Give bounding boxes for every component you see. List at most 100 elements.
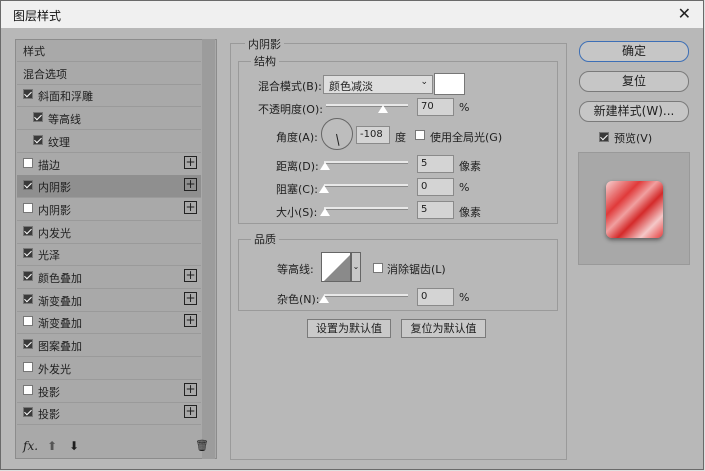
- style-item[interactable]: 样式: [17, 39, 201, 62]
- add-effect-icon[interactable]: +: [184, 382, 197, 396]
- style-item-label: 等高线: [48, 113, 81, 127]
- style-item[interactable]: 混合选项: [17, 62, 201, 85]
- angle-input[interactable]: -108: [356, 126, 390, 144]
- style-item-label: 外发光: [38, 362, 71, 376]
- style-item[interactable]: 描边 +: [17, 153, 201, 176]
- size-input[interactable]: 5: [417, 201, 454, 219]
- style-item[interactable]: 外发光: [17, 357, 201, 380]
- style-item-checkbox[interactable]: [23, 202, 33, 213]
- style-item-checkbox[interactable]: [23, 339, 33, 350]
- contour-preview[interactable]: [321, 252, 351, 282]
- opacity-unit: %: [459, 101, 470, 114]
- noise-input[interactable]: 0: [417, 288, 454, 306]
- size-slider-thumb[interactable]: [320, 208, 330, 216]
- global-light-checkbox[interactable]: [415, 130, 425, 140]
- style-item-checkbox[interactable]: [23, 248, 33, 259]
- style-item-label: 图案叠加: [38, 340, 82, 354]
- add-effect-icon[interactable]: +: [184, 291, 197, 305]
- style-item-checkbox[interactable]: [23, 225, 33, 236]
- styles-list-scrollbar[interactable]: [202, 39, 215, 459]
- style-item[interactable]: 斜面和浮雕: [17, 84, 201, 108]
- move-up-icon[interactable]: ⬆: [47, 439, 57, 453]
- distance-slider-track[interactable]: [324, 161, 408, 164]
- angle-dial[interactable]: [321, 118, 353, 150]
- noise-label: 杂色(N):: [277, 293, 320, 306]
- style-item[interactable]: 内发光: [17, 221, 201, 244]
- size-slider-track[interactable]: [324, 207, 408, 210]
- add-effect-icon[interactable]: +: [184, 314, 197, 328]
- choke-slider-thumb[interactable]: [319, 185, 329, 193]
- noise-slider-track[interactable]: [324, 294, 408, 297]
- antialias-label: 消除锯齿(L): [387, 263, 446, 276]
- close-icon[interactable]: ✕: [678, 4, 691, 23]
- title-bar: 图层样式 ✕: [1, 1, 703, 28]
- noise-unit: %: [459, 291, 470, 304]
- style-item[interactable]: 光泽: [17, 243, 201, 267]
- noise-slider-thumb[interactable]: [319, 295, 329, 303]
- antialias-checkbox[interactable]: [373, 263, 383, 273]
- opacity-slider-thumb[interactable]: [378, 105, 388, 113]
- style-item-label: 内阴影: [38, 181, 71, 195]
- style-item-checkbox[interactable]: [23, 293, 33, 304]
- add-effect-icon[interactable]: +: [184, 155, 197, 169]
- blend-mode-select[interactable]: 颜色减淡 ⌄: [323, 75, 433, 94]
- window-title: 图层样式: [13, 9, 62, 23]
- style-item-label: 斜面和浮雕: [38, 90, 93, 104]
- style-item-checkbox[interactable]: [23, 361, 33, 372]
- style-item[interactable]: 颜色叠加 +: [17, 266, 201, 289]
- style-item[interactable]: 内阴影 +: [17, 198, 201, 221]
- set-default-button[interactable]: 设置为默认值: [307, 319, 391, 338]
- style-item[interactable]: 渐变叠加 +: [17, 311, 201, 335]
- style-item-checkbox[interactable]: [23, 89, 33, 100]
- style-item-checkbox[interactable]: [23, 407, 33, 418]
- reset-default-button[interactable]: 复位为默认值: [401, 319, 486, 338]
- add-effect-icon[interactable]: +: [184, 200, 197, 214]
- style-item-checkbox[interactable]: [23, 316, 33, 327]
- fx-icon[interactable]: fx.: [23, 439, 38, 453]
- shadow-color-swatch[interactable]: [434, 73, 465, 95]
- add-effect-icon[interactable]: +: [184, 178, 197, 192]
- opacity-input[interactable]: 70: [417, 98, 454, 116]
- choke-input[interactable]: 0: [417, 178, 454, 196]
- preview-label: 预览(V): [614, 132, 653, 145]
- opacity-label: 不透明度(O):: [258, 103, 323, 116]
- opacity-slider-track[interactable]: [326, 104, 408, 107]
- style-item[interactable]: 内阴影 +: [17, 175, 201, 199]
- move-down-icon[interactable]: ⬇: [69, 439, 79, 453]
- distance-unit: 像素: [459, 160, 481, 173]
- style-item[interactable]: 投影 +: [17, 402, 201, 426]
- contour-curve-icon: [324, 255, 350, 281]
- new-style-button[interactable]: 新建样式(W)...: [579, 101, 689, 122]
- style-item-label: 样式: [23, 45, 45, 58]
- styles-list-toolbar: fx. ⬆ ⬇ 🗑: [15, 436, 217, 458]
- contour-dropdown-chevron-icon[interactable]: ⌄: [351, 252, 361, 282]
- style-item[interactable]: 图案叠加: [17, 334, 201, 358]
- contour-label: 等高线:: [277, 263, 314, 276]
- style-item-checkbox[interactable]: [33, 112, 43, 123]
- style-item-label: 渐变叠加: [38, 294, 82, 308]
- distance-slider-thumb[interactable]: [320, 162, 330, 170]
- blend-mode-value: 颜色减淡: [329, 80, 373, 93]
- style-item[interactable]: 等高线: [17, 107, 201, 131]
- ok-button[interactable]: 确定: [579, 41, 689, 62]
- preview-area: [578, 152, 690, 265]
- trash-icon[interactable]: 🗑: [195, 439, 209, 452]
- add-effect-icon[interactable]: +: [184, 269, 197, 282]
- distance-input[interactable]: 5: [417, 155, 454, 173]
- preview-checkbox[interactable]: [599, 132, 609, 142]
- choke-slider-track[interactable]: [324, 184, 408, 187]
- add-effect-icon[interactable]: +: [184, 405, 197, 419]
- style-item-checkbox[interactable]: [23, 384, 33, 395]
- style-item-checkbox[interactable]: [23, 157, 33, 168]
- style-item-label: 纹理: [48, 135, 70, 149]
- style-item-checkbox[interactable]: [23, 180, 33, 191]
- style-item[interactable]: 渐变叠加 +: [17, 289, 201, 312]
- style-item-checkbox[interactable]: [23, 271, 33, 281]
- style-item[interactable]: 投影 +: [17, 380, 201, 403]
- style-item-checkbox[interactable]: [33, 134, 43, 145]
- style-item[interactable]: 纹理: [17, 130, 201, 153]
- reset-button[interactable]: 复位: [579, 71, 689, 92]
- style-item-label: 内阴影: [38, 203, 71, 217]
- style-item-label: 投影: [38, 385, 60, 399]
- size-unit: 像素: [459, 206, 481, 219]
